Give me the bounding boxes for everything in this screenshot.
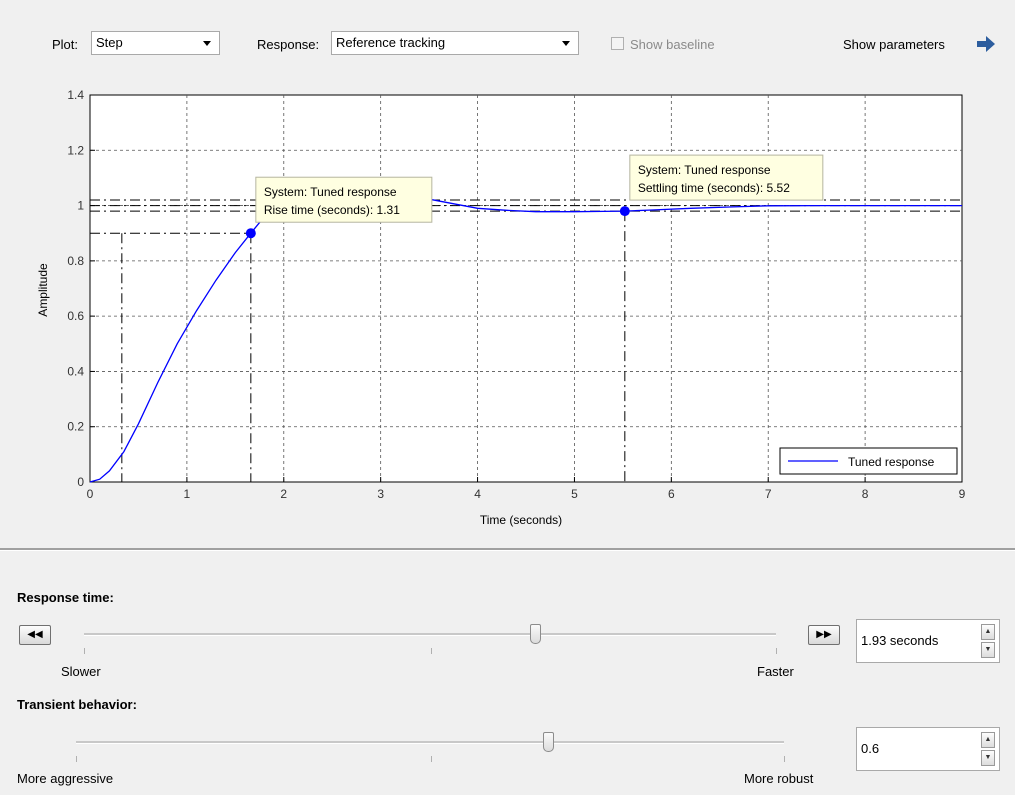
datatip-line2: Settling time (seconds): 5.52 [638, 181, 790, 195]
y-tick-label: 0.2 [67, 420, 84, 434]
response-time-value: 1.93 seconds [861, 633, 939, 648]
x-tick-label: 9 [959, 487, 966, 501]
x-axis-label: Time (seconds) [480, 513, 562, 527]
y-tick-label: 0.4 [67, 364, 84, 378]
datatip-line1: System: Tuned response [264, 185, 397, 199]
slider-tick [76, 756, 77, 762]
y-tick-label: 1 [77, 199, 84, 213]
x-tick-label: 1 [184, 487, 191, 501]
y-tick-label: 0.8 [67, 254, 84, 268]
x-tick-label: 2 [280, 487, 287, 501]
slower-step-button[interactable]: ◀◀ [19, 625, 51, 645]
step-response-plot: 0 1 2 3 4 5 6 7 8 9 0 0.2 0.4 0.6 0.8 1 1.2 1.4 System: … [36, 88, 966, 527]
y-axis-label: Amplitude [36, 263, 50, 317]
y-tick-label: 1.4 [67, 88, 84, 102]
y-tick-label: 0.6 [67, 309, 84, 323]
transient-slider-thumb[interactable] [543, 732, 554, 752]
axes-box [89, 94, 963, 483]
transient-value: 0.6 [861, 741, 880, 756]
spin-up-icon[interactable]: ▲ [981, 732, 995, 748]
response-time-title: Response time: [17, 590, 114, 605]
rewind-icon: ◀◀ [27, 629, 43, 640]
slider-tick [431, 756, 432, 762]
y-tick-label: 0 [77, 475, 84, 489]
more-robust-label: More robust [744, 771, 814, 786]
datatip-marker [619, 206, 630, 217]
slider-tick [776, 648, 777, 654]
response-time-field[interactable]: 1.93 seconds ▲ ▼ [856, 619, 1000, 663]
spin-down-icon[interactable]: ▼ [981, 750, 995, 766]
transient-slider-track[interactable] [76, 741, 784, 744]
slider-tick [784, 756, 785, 762]
spin-up-icon[interactable]: ▲ [981, 624, 995, 640]
datatip-marker [245, 228, 256, 239]
legend: Tuned response [779, 447, 958, 475]
datatip-line2: Rise time (seconds): 1.31 [264, 203, 400, 217]
transient-behavior-title: Transient behavior: [17, 697, 137, 712]
slider-tick [431, 648, 432, 654]
faster-step-button[interactable]: ▶▶ [808, 625, 840, 645]
faster-label: Faster [757, 664, 794, 679]
spin-down-icon[interactable]: ▼ [981, 642, 995, 658]
panel-separator [0, 548, 1015, 551]
response-time-slider-thumb[interactable] [530, 624, 541, 644]
x-tick-label: 5 [571, 487, 578, 501]
datatip-line1: System: Tuned response [638, 163, 771, 177]
fast-forward-icon: ▶▶ [816, 629, 832, 640]
slider-tick [84, 648, 85, 654]
legend-label: Tuned response [848, 455, 935, 469]
x-tick-label: 0 [87, 487, 94, 501]
x-tick-label: 6 [668, 487, 675, 501]
x-tick-label: 4 [474, 487, 481, 501]
more-aggressive-label: More aggressive [17, 771, 114, 786]
response-time-slider-track[interactable] [84, 633, 776, 636]
transient-field[interactable]: 0.6 ▲ ▼ [856, 727, 1000, 771]
x-tick-label: 7 [765, 487, 772, 501]
slower-label: Slower [61, 664, 101, 679]
x-tick-label: 3 [377, 487, 384, 501]
y-tick-label: 1.2 [67, 143, 84, 157]
x-tick-label: 8 [862, 487, 869, 501]
